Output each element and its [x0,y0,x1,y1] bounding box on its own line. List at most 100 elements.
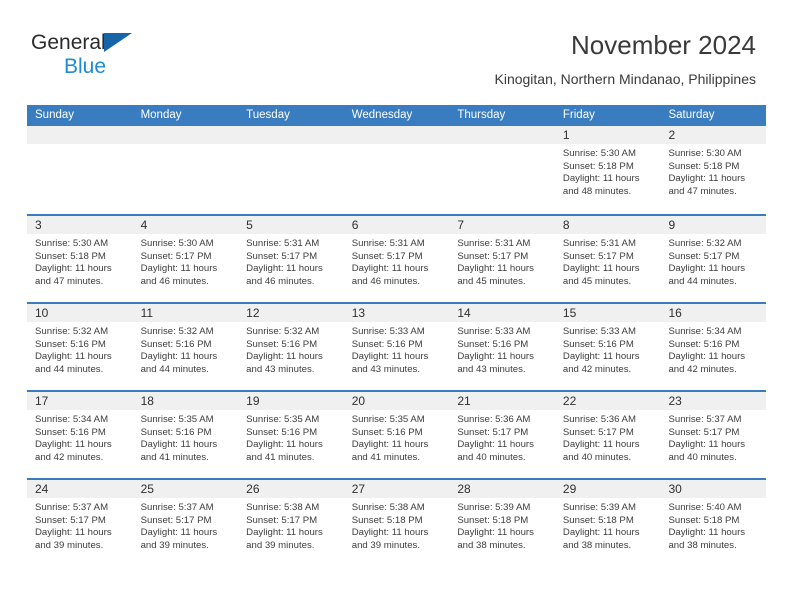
daylight-text: Daylight: 11 hours [562,527,640,539]
sunrise-text: Sunrise: 5:36 AM [457,414,531,425]
sunrise-text: Sunrise: 5:31 AM [246,238,320,249]
day-cell[interactable]: 5 Sunrise: 5:31 AM Sunset: 5:17 PM Daylight… [238,216,344,302]
daylight-text-cont: and 38 minutes. [562,539,632,551]
day-details: Sunrise: 5:37 AM Sunset: 5:17 PM Daylight:… [27,498,133,552]
daylight-text-cont: and 42 minutes. [35,451,104,463]
day-cell[interactable]: 13 Sunrise: 5:33 AM Sunset: 5:16 PM Dayligh… [343,304,450,390]
day-cell[interactable]: 29 Sunrise: 5:39 AM Sunset: 5:18 PM Dayligh… [554,480,661,566]
weekday-header-sunday: Sunday [35,109,75,121]
daylight-text: Daylight: 11 hours [35,263,112,275]
day-details: Sunrise: 5:36 AM Sunset: 5:17 PM Daylight:… [555,410,661,464]
day-cell[interactable]: 19 Sunrise: 5:35 AM Sunset: 5:16 PM Dayligh… [238,392,344,478]
weekday-header-saturday: Saturday [668,109,715,121]
daylight-text: Daylight: 11 hours [668,351,746,363]
day-cell[interactable]: 4 Sunrise: 5:30 AM Sunset: 5:17 PM Daylight… [132,216,239,302]
day-cell[interactable]: 24 Sunrise: 5:37 AM Sunset: 5:17 PM Dayligh… [27,480,133,566]
sunset-text: Sunset: 5:16 PM [35,426,106,438]
day-cell[interactable]: 3 Sunrise: 5:30 AM Sunset: 5:18 PM Daylight… [27,216,133,302]
daylight-text: Daylight: 11 hours [140,351,218,363]
day-cell[interactable]: 16 Sunrise: 5:34 AM Sunset: 5:16 PM Dayligh… [660,304,767,390]
day-cell[interactable]: 23 Sunrise: 5:37 AM Sunset: 5:17 PM Dayligh… [660,392,767,478]
day-cell[interactable]: 10 Sunrise: 5:32 AM Sunset: 5:16 PM Dayligh… [27,304,133,390]
sunset-text: Sunset: 5:17 PM [457,426,529,438]
sunrise-text: Sunrise: 5:30 AM [35,238,109,249]
daylight-text: Daylight: 11 hours [246,527,323,539]
day-cell[interactable]: 27 Sunrise: 5:38 AM Sunset: 5:18 PM Dayligh… [343,480,450,566]
day-cell[interactable]: 25 Sunrise: 5:37 AM Sunset: 5:17 PM Dayligh… [132,480,239,566]
day-number-band: 7 [449,216,555,234]
day-number-band: 21 [449,392,555,410]
day-details: Sunrise: 5:34 AM Sunset: 5:16 PM Daylight:… [660,322,766,376]
day-details: Sunrise: 5:30 AM Sunset: 5:18 PM Daylight:… [660,144,766,198]
daylight-text-cont: and 40 minutes. [562,451,632,463]
day-cell[interactable]: 22 Sunrise: 5:36 AM Sunset: 5:17 PM Dayligh… [554,392,661,478]
day-cell[interactable]: 15 Sunrise: 5:33 AM Sunset: 5:16 PM Dayligh… [554,304,661,390]
day-cell[interactable]: 21 Sunrise: 5:36 AM Sunset: 5:17 PM Dayligh… [449,392,555,478]
day-number: 13 [351,306,366,320]
daylight-text: Daylight: 11 hours [457,527,534,539]
day-number: 5 [246,218,253,232]
day-number-band: 5 [238,216,344,234]
sunset-text: Sunset: 5:17 PM [668,250,740,262]
day-cell[interactable]: 14 Sunrise: 5:33 AM Sunset: 5:16 PM Dayligh… [449,304,555,390]
sunrise-text: Sunrise: 5:32 AM [668,238,742,249]
day-number: 15 [562,306,577,320]
day-number: 16 [668,306,682,320]
day-number-band: 26 [238,480,344,498]
daylight-text: Daylight: 11 hours [35,527,112,539]
day-number-band: 9 [660,216,767,234]
page-title: November 2024 [571,30,756,60]
daylight-text-cont: and 39 minutes. [140,539,209,551]
sunset-text: Sunset: 5:17 PM [457,250,529,262]
day-number-band: 6 [343,216,450,234]
day-number: 26 [246,482,260,496]
day-cell[interactable]: 11 Sunrise: 5:32 AM Sunset: 5:16 PM Dayligh… [132,304,239,390]
day-number: 14 [457,306,471,320]
day-number: 2 [668,128,676,142]
daylight-text-cont: and 38 minutes. [457,539,526,551]
day-number: 3 [35,218,42,232]
daylight-text: Daylight: 11 hours [668,439,746,451]
day-cell[interactable]: 30 Sunrise: 5:40 AM Sunset: 5:18 PM Dayligh… [660,480,767,566]
day-cell[interactable]: 20 Sunrise: 5:35 AM Sunset: 5:16 PM Dayligh… [343,392,450,478]
sunset-text: Sunset: 5:16 PM [351,426,423,438]
sunset-text: Sunset: 5:17 PM [668,426,740,438]
day-cell[interactable]: 17 Sunrise: 5:34 AM Sunset: 5:16 PM Dayligh… [27,392,133,478]
sunrise-text: Sunrise: 5:30 AM [562,148,636,159]
day-cell[interactable]: 9 Sunrise: 5:32 AM Sunset: 5:17 PM Daylight… [660,216,767,302]
sunrise-text: Sunrise: 5:32 AM [35,326,109,337]
day-details: Sunrise: 5:31 AM Sunset: 5:17 PM Daylight:… [238,234,344,288]
daylight-text-cont: and 40 minutes. [457,451,526,463]
day-cell[interactable]: 2 Sunrise: 5:30 AM Sunset: 5:18 PM Daylight… [660,126,767,214]
sunset-text: Sunset: 5:18 PM [668,160,740,172]
sunset-text: Sunset: 5:16 PM [351,338,423,350]
sunset-text: Sunset: 5:17 PM [562,250,634,262]
day-cell[interactable]: 6 Sunrise: 5:31 AM Sunset: 5:17 PM Daylight… [343,216,450,302]
day-cell[interactable]: 26 Sunrise: 5:38 AM Sunset: 5:17 PM Dayligh… [238,480,344,566]
day-cell[interactable]: 12 Sunrise: 5:32 AM Sunset: 5:16 PM Dayligh… [238,304,344,390]
day-cell[interactable]: 28 Sunrise: 5:39 AM Sunset: 5:18 PM Dayligh… [449,480,555,566]
sunrise-text: Sunrise: 5:35 AM [246,414,320,425]
page-subtitle: Kinogitan, Northern Mindanao, Philippine… [494,71,757,87]
day-number-band: 13 [343,304,450,322]
day-number: 28 [457,482,471,496]
sunset-text: Sunset: 5:18 PM [351,514,423,526]
page-header: General Blue November 2024 Kinogitan, No… [0,0,792,100]
day-number: 17 [35,394,49,408]
day-details [344,144,450,148]
daylight-text: Daylight: 11 hours [457,351,534,363]
brand-logo[interactable]: General Blue [31,31,251,87]
day-number-band: 25 [132,480,239,498]
day-cell[interactable]: 18 Sunrise: 5:35 AM Sunset: 5:16 PM Dayligh… [132,392,239,478]
daylight-text-cont: and 45 minutes. [562,275,632,287]
day-cell[interactable]: 1 Sunrise: 5:30 AM Sunset: 5:18 PM Daylight… [554,126,661,214]
week-row: 17 Sunrise: 5:34 AM Sunset: 5:16 PM Dayligh… [27,390,767,478]
sunrise-text: Sunrise: 5:31 AM [351,238,425,249]
sunset-text: Sunset: 5:17 PM [140,514,212,526]
sunrise-text: Sunrise: 5:33 AM [562,326,636,337]
weekday-header-tuesday: Tuesday [246,109,290,121]
sunset-text: Sunset: 5:16 PM [562,338,634,350]
day-cell[interactable]: 8 Sunrise: 5:31 AM Sunset: 5:17 PM Daylight… [554,216,661,302]
day-cell[interactable]: 7 Sunrise: 5:31 AM Sunset: 5:17 PM Daylight… [449,216,555,302]
daylight-text: Daylight: 11 hours [140,263,218,275]
